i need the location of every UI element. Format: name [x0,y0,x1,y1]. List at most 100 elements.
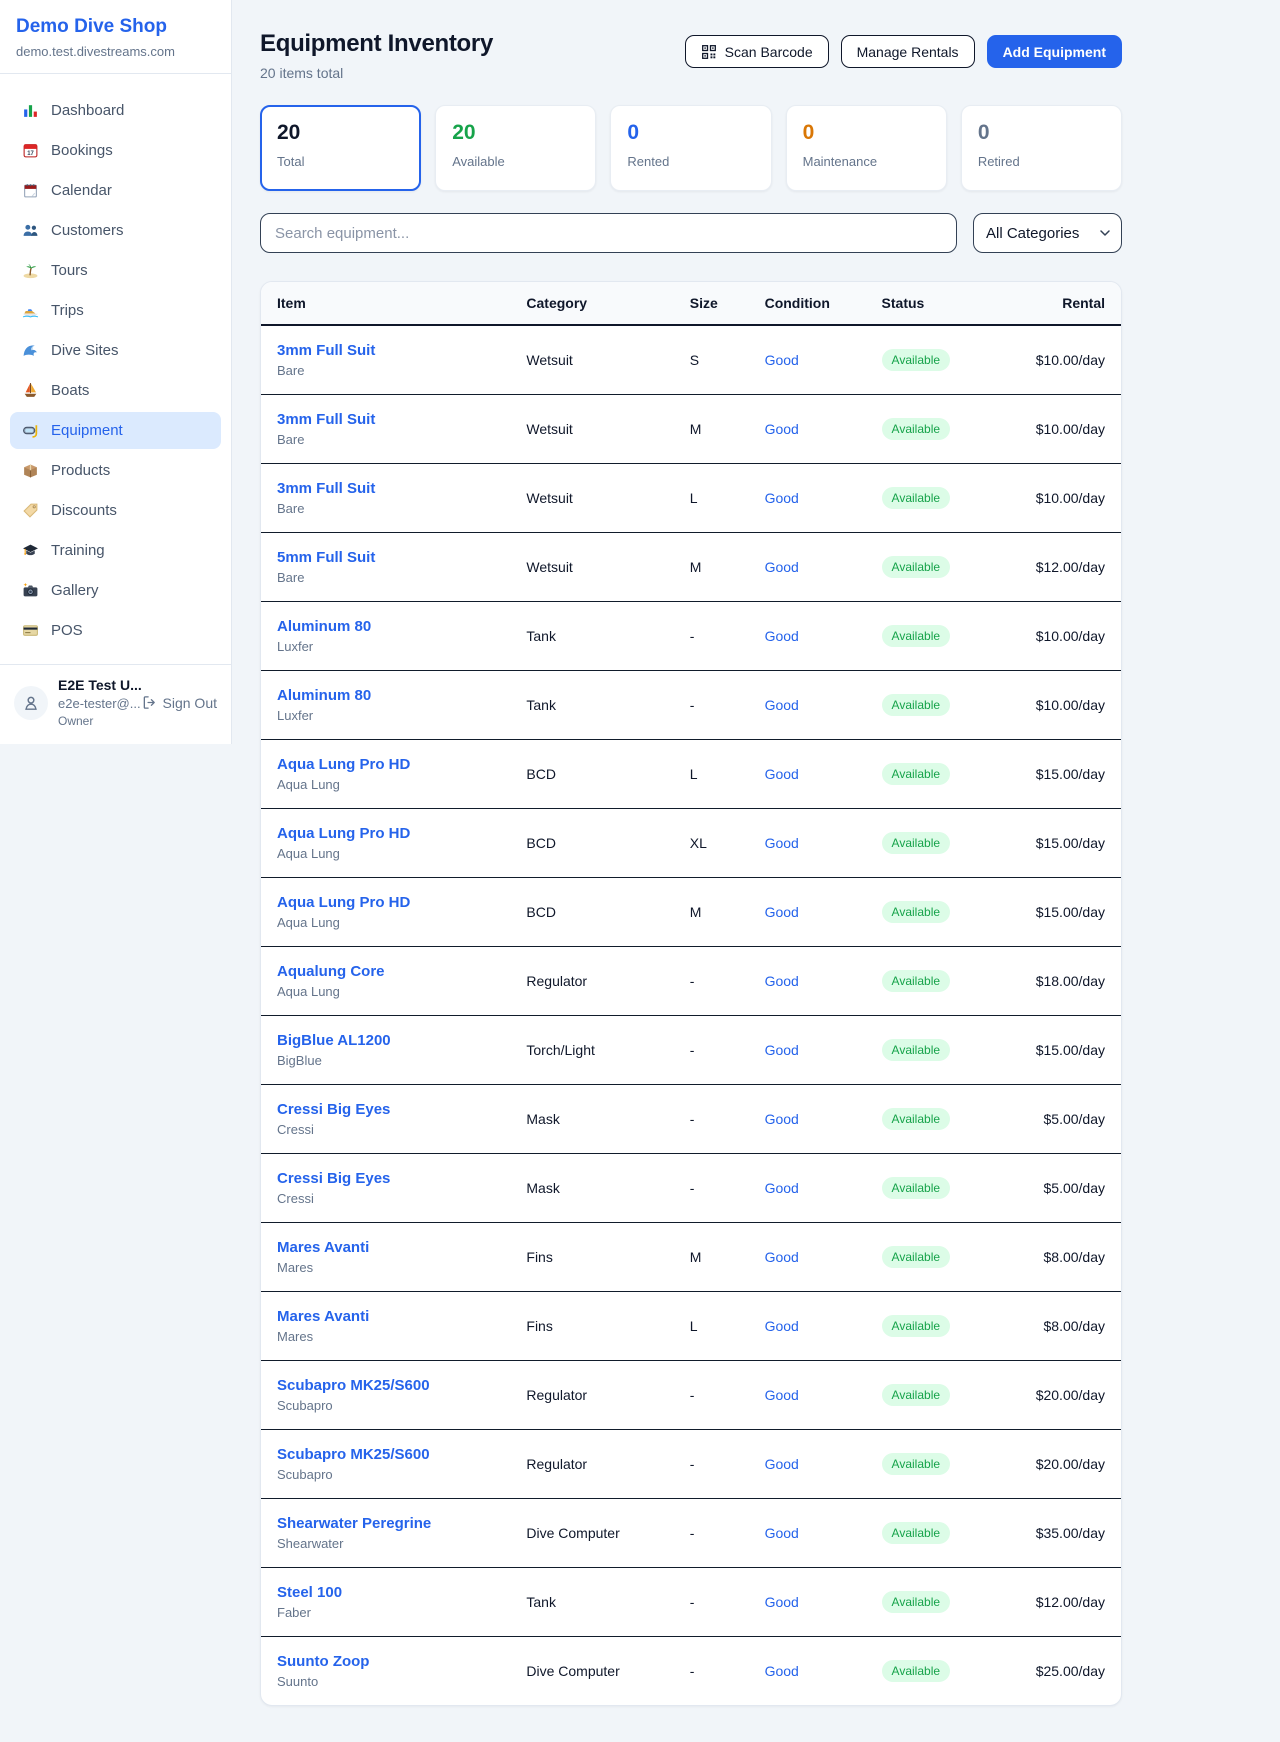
sidebar-item-trips[interactable]: Trips [10,292,221,329]
item-cell: Mares Avanti Mares [261,1223,510,1292]
size-cell: M [674,1223,749,1292]
sidebar-item-boats[interactable]: Boats [10,372,221,409]
add-equipment-button[interactable]: Add Equipment [987,35,1122,68]
condition-cell: Good [749,325,866,395]
table-row: BigBlue AL1200 BigBlue Torch/Light - Goo… [261,1016,1121,1085]
item-link[interactable]: Aluminum 80 [277,687,494,704]
rental-cell: $10.00/day [1012,395,1121,464]
item-link[interactable]: Aqua Lung Pro HD [277,894,494,911]
item-link[interactable]: 5mm Full Suit [277,549,494,566]
manage-rentals-button[interactable]: Manage Rentals [841,35,975,68]
brand-title[interactable]: Demo Dive Shop [16,16,215,38]
item-link[interactable]: Aluminum 80 [277,618,494,635]
item-link[interactable]: Suunto Zoop [277,1653,494,1670]
category-cell: Regulator [510,947,673,1016]
sidebar-item-gallery[interactable]: Gallery [10,572,221,609]
sidebar-item-customers[interactable]: Customers [10,212,221,249]
rental-cell: $15.00/day [1012,740,1121,809]
stat-card[interactable]: 0 Retired [961,105,1122,191]
item-link[interactable]: Mares Avanti [277,1308,494,1325]
item-link[interactable]: Cressi Big Eyes [277,1101,494,1118]
status-cell: Available [866,878,1012,947]
stats-row: 20 Total 20 Available 0 Rented 0 Mainten… [260,105,1122,191]
sidebar-item-label: Products [51,462,110,479]
status-cell: Available [866,325,1012,395]
stat-card[interactable]: 20 Available [435,105,596,191]
item-link[interactable]: BigBlue AL1200 [277,1032,494,1049]
rental-cell: $12.00/day [1012,533,1121,602]
item-link[interactable]: Mares Avanti [277,1239,494,1256]
item-brand: Suunto [277,1674,494,1689]
rental-cell: $10.00/day [1012,464,1121,533]
sidebar-item-calendar[interactable]: Calendar [10,172,221,209]
page-title: Equipment Inventory [260,30,493,58]
status-badge: Available [882,1660,950,1682]
sign-out-button[interactable]: Sign Out [142,695,217,711]
item-link[interactable]: Scubapro MK25/S600 [277,1446,494,1463]
status-badge: Available [882,418,950,440]
search-input[interactable] [260,213,957,253]
stat-value: 0 [978,121,1105,145]
palm-island-icon [22,262,39,279]
status-cell: Available [866,1085,1012,1154]
item-link[interactable]: Aqua Lung Pro HD [277,825,494,842]
item-link[interactable]: Cressi Big Eyes [277,1170,494,1187]
item-link[interactable]: 3mm Full Suit [277,342,494,359]
item-cell: Scubapro MK25/S600 Scubapro [261,1361,510,1430]
speedboat-icon [22,302,39,319]
stat-card[interactable]: 20 Total [260,105,421,191]
category-cell: Regulator [510,1430,673,1499]
sidebar-item-tours[interactable]: Tours [10,252,221,289]
item-link[interactable]: Scubapro MK25/S600 [277,1377,494,1394]
item-link[interactable]: Aqualung Core [277,963,494,980]
sidebar-item-dive-sites[interactable]: Dive Sites [10,332,221,369]
sidebar-item-bookings[interactable]: Bookings [10,132,221,169]
sidebar-item-equipment[interactable]: Equipment [10,412,221,449]
stat-card[interactable]: 0 Maintenance [786,105,947,191]
condition-cell: Good [749,1637,866,1706]
item-link[interactable]: Steel 100 [277,1584,494,1601]
sidebar-item-discounts[interactable]: Discounts [10,492,221,529]
item-link[interactable]: 3mm Full Suit [277,411,494,428]
category-select[interactable]: All Categories [973,213,1122,253]
users-icon [22,222,39,239]
item-cell: Aluminum 80 Luxfer [261,602,510,671]
category-cell: Wetsuit [510,395,673,464]
item-cell: Mares Avanti Mares [261,1292,510,1361]
item-link[interactable]: Shearwater Peregrine [277,1515,494,1532]
rental-cell: $5.00/day [1012,1154,1121,1223]
rental-cell: $12.00/day [1012,1568,1121,1637]
user-icon [22,694,40,712]
sailboat-icon [22,382,39,399]
table-row: Mares Avanti Mares Fins M Good Available… [261,1223,1121,1292]
brand-domain: demo.test.divestreams.com [16,44,215,59]
item-link[interactable]: Aqua Lung Pro HD [277,756,494,773]
category-cell: Fins [510,1292,673,1361]
condition-cell: Good [749,671,866,740]
item-brand: BigBlue [277,1053,494,1068]
item-brand: Aqua Lung [277,777,494,792]
main-content: Equipment Inventory 20 items total Scan … [260,0,1122,1706]
sidebar-item-products[interactable]: Products [10,452,221,489]
item-link[interactable]: 3mm Full Suit [277,480,494,497]
filter-row: All Categories [260,213,1122,253]
sidebar-item-pos[interactable]: POS [10,612,221,649]
item-cell: Aqualung Core Aqua Lung [261,947,510,1016]
sidebar-item-training[interactable]: Training [10,532,221,569]
condition-cell: Good [749,602,866,671]
item-cell: Aqua Lung Pro HD Aqua Lung [261,740,510,809]
page-subtitle: 20 items total [260,65,493,81]
table-row: Aqua Lung Pro HD Aqua Lung BCD XL Good A… [261,809,1121,878]
spiral-calendar-icon [22,182,39,199]
size-cell: M [674,878,749,947]
stat-card[interactable]: 0 Rented [610,105,771,191]
scan-barcode-button[interactable]: Scan Barcode [685,35,829,68]
table-row: Aqualung Core Aqua Lung Regulator - Good… [261,947,1121,1016]
status-badge: Available [882,1177,950,1199]
category-cell: Wetsuit [510,464,673,533]
item-cell: 3mm Full Suit Bare [261,325,510,395]
condition-cell: Good [749,1499,866,1568]
brand-block: Demo Dive Shop demo.test.divestreams.com [0,0,231,74]
size-cell: - [674,1154,749,1223]
sidebar-item-dashboard[interactable]: Dashboard [10,92,221,129]
